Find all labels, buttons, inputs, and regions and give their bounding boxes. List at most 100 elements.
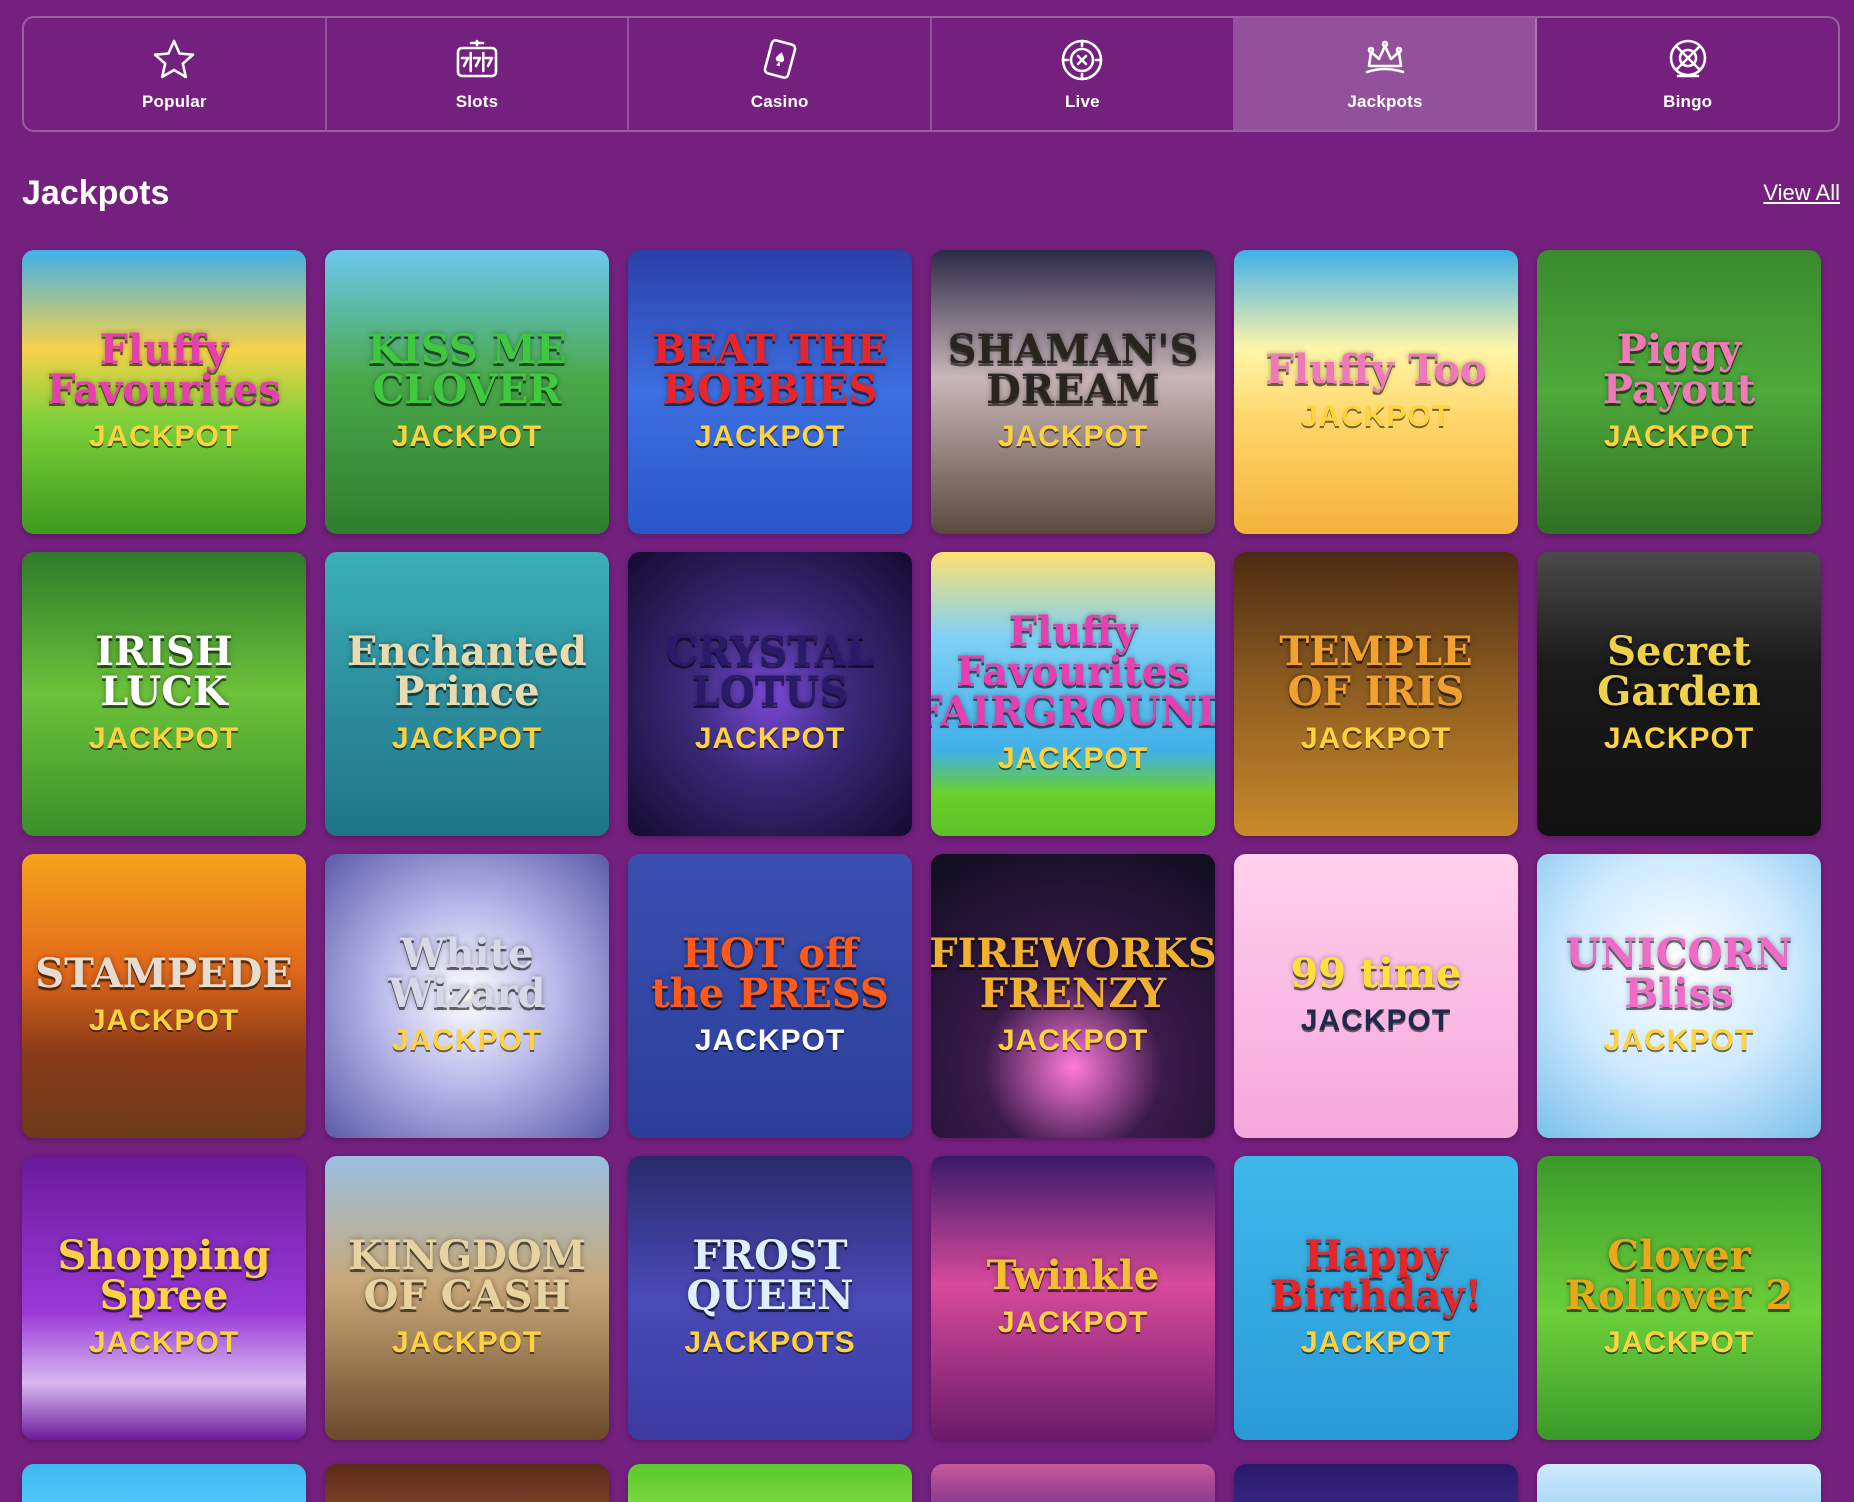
game-tile[interactable]: White Wizard JACKPOT <box>325 854 609 1138</box>
slot-machine-icon <box>453 36 501 84</box>
game-jackpot-label: JACKPOT <box>391 722 543 755</box>
game-jackpot-label: JACKPOT <box>88 722 240 755</box>
game-title: UNICORN Bliss <box>1565 930 1793 1017</box>
game-title: BEAT THE BOBBIES <box>652 326 888 413</box>
game-jackpot-label: JACKPOT <box>88 1004 240 1037</box>
category-nav: Popular Slots Casino Live Jackpots Bingo <box>22 16 1840 132</box>
game-tile[interactable]: Enchanted Prince JACKPOT <box>325 552 609 836</box>
game-jackpot-label: JACKPOT <box>997 420 1149 453</box>
game-jackpot-label: JACKPOT <box>1603 420 1755 453</box>
game-title: Shopping Spree <box>57 1232 271 1319</box>
game-tile[interactable]: Fluffy Too JACKPOT <box>1234 250 1518 534</box>
bingo-ball-icon <box>1664 36 1712 84</box>
game-title: Secret Garden <box>1597 628 1761 715</box>
game-jackpot-label: JACKPOT <box>391 1326 543 1359</box>
game-jackpot-label: JACKPOT <box>694 722 846 755</box>
playing-card-icon <box>756 36 804 84</box>
nav-item-popular[interactable]: Popular <box>24 18 327 130</box>
game-jackpot-label: JACKPOT <box>1603 722 1755 755</box>
game-tile[interactable]: STAMPEDE JACKPOT <box>22 854 306 1138</box>
nav-label: Popular <box>141 92 207 111</box>
game-title: FROST QUEEN <box>686 1232 854 1319</box>
game-jackpot-label: JACKPOT <box>997 742 1149 775</box>
game-tile[interactable]: FROST QUEEN JACKPOTS <box>628 1156 912 1440</box>
live-chip-icon <box>1058 36 1106 84</box>
game-title: CRYSTAL LOTUS <box>665 628 875 715</box>
game-tile[interactable]: Happy Birthday! JACKPOT <box>1234 1156 1518 1440</box>
game-tile[interactable]: Fluffy Favourites JACKPOT <box>22 250 306 534</box>
game-title: KISS ME CLOVER <box>367 326 567 413</box>
game-title: Fluffy Favourites FAIRGROUND <box>931 608 1215 735</box>
game-jackpot-label: JACKPOT <box>1300 1004 1452 1037</box>
game-tile[interactable] <box>628 1464 912 1502</box>
nav-item-live[interactable]: Live <box>932 18 1235 130</box>
view-all-link[interactable]: View All <box>1763 180 1840 206</box>
page: Popular Slots Casino Live Jackpots Bingo… <box>0 0 1854 1502</box>
game-jackpot-label: JACKPOT <box>1300 1326 1452 1359</box>
game-jackpot-label: JACKPOT <box>1603 1024 1755 1057</box>
game-title: Happy Birthday! <box>1269 1232 1483 1319</box>
game-jackpot-label: JACKPOT <box>694 1024 846 1057</box>
game-jackpot-label: JACKPOTS <box>684 1326 856 1359</box>
game-tile[interactable]: BEAT THE BOBBIES JACKPOT <box>628 250 912 534</box>
game-jackpot-label: JACKPOT <box>391 1024 543 1057</box>
nav-item-bingo[interactable]: Bingo <box>1537 18 1838 130</box>
nav-item-slots[interactable]: Slots <box>327 18 630 130</box>
game-tile[interactable] <box>1234 1464 1518 1502</box>
nav-item-casino[interactable]: Casino <box>629 18 933 130</box>
game-jackpot-label: JACKPOT <box>1300 400 1452 433</box>
game-jackpot-label: JACKPOT <box>88 1326 240 1359</box>
game-tile[interactable] <box>325 1464 609 1502</box>
game-tile[interactable]: Secret Garden JACKPOT <box>1537 552 1821 836</box>
game-tile[interactable] <box>1537 1464 1821 1502</box>
game-title: 99 time <box>1290 950 1462 997</box>
games-grid-partial-row <box>22 1464 1832 1502</box>
game-tile[interactable] <box>931 1464 1215 1502</box>
nav-label: Casino <box>750 92 809 111</box>
game-title: SHAMAN'S DREAM <box>947 326 1199 413</box>
game-title: Piggy Payout <box>1602 326 1756 413</box>
game-tile[interactable]: HOT off the PRESS JACKPOT <box>628 854 912 1138</box>
game-title: HOT off the PRESS <box>651 930 889 1017</box>
game-tile[interactable]: TEMPLE OF IRIS JACKPOT <box>1234 552 1518 836</box>
game-tile[interactable]: Twinkle JACKPOT <box>931 1156 1215 1440</box>
section-title: Jackpots <box>22 174 170 212</box>
game-tile[interactable]: UNICORN Bliss JACKPOT <box>1537 854 1821 1138</box>
game-title: Fluffy Favourites <box>47 326 281 413</box>
game-tile[interactable]: 99 time JACKPOT <box>1234 854 1518 1138</box>
game-jackpot-label: JACKPOT <box>1603 1326 1755 1359</box>
game-jackpot-label: JACKPOT <box>391 420 543 453</box>
game-tile[interactable]: IRISH LUCK JACKPOT <box>22 552 306 836</box>
nav-label: Bingo <box>1663 92 1713 111</box>
game-title: Fluffy Too <box>1265 346 1487 393</box>
game-tile[interactable]: KINGDOM OF CASH JACKPOT <box>325 1156 609 1440</box>
games-grid: Fluffy Favourites JACKPOT KISS ME CLOVER JA… <box>22 250 1832 1440</box>
game-tile[interactable]: CRYSTAL LOTUS JACKPOT <box>628 552 912 836</box>
game-tile[interactable]: SHAMAN'S DREAM JACKPOT <box>931 250 1215 534</box>
game-title: FIREWORKS FRENZY <box>931 930 1215 1017</box>
game-title: White Wizard <box>388 930 546 1017</box>
nav-label: Jackpots <box>1347 92 1423 111</box>
game-title: STAMPEDE <box>35 950 293 997</box>
game-jackpot-label: JACKPOT <box>997 1024 1149 1057</box>
nav-label: Live <box>1064 92 1100 111</box>
nav-item-jackpots[interactable]: Jackpots <box>1234 18 1538 130</box>
game-title: IRISH LUCK <box>95 628 233 715</box>
game-tile[interactable] <box>22 1464 306 1502</box>
nav-label: Slots <box>455 92 499 111</box>
game-title: Clover Rollover 2 <box>1564 1232 1794 1319</box>
star-icon <box>150 36 198 84</box>
game-tile[interactable]: Shopping Spree JACKPOT <box>22 1156 306 1440</box>
game-title: Enchanted Prince <box>347 628 587 715</box>
crown-icon <box>1361 36 1409 84</box>
game-jackpot-label: JACKPOT <box>1300 722 1452 755</box>
game-tile[interactable]: Clover Rollover 2 JACKPOT <box>1537 1156 1821 1440</box>
game-title: TEMPLE OF IRIS <box>1279 628 1473 715</box>
game-tile[interactable]: KISS ME CLOVER JACKPOT <box>325 250 609 534</box>
game-tile[interactable]: Fluffy Favourites FAIRGROUND JACKPOT <box>931 552 1215 836</box>
game-jackpot-label: JACKPOT <box>997 1306 1149 1339</box>
game-tile[interactable]: Piggy Payout JACKPOT <box>1537 250 1821 534</box>
game-jackpot-label: JACKPOT <box>694 420 846 453</box>
game-jackpot-label: JACKPOT <box>88 420 240 453</box>
game-tile[interactable]: FIREWORKS FRENZY JACKPOT <box>931 854 1215 1138</box>
